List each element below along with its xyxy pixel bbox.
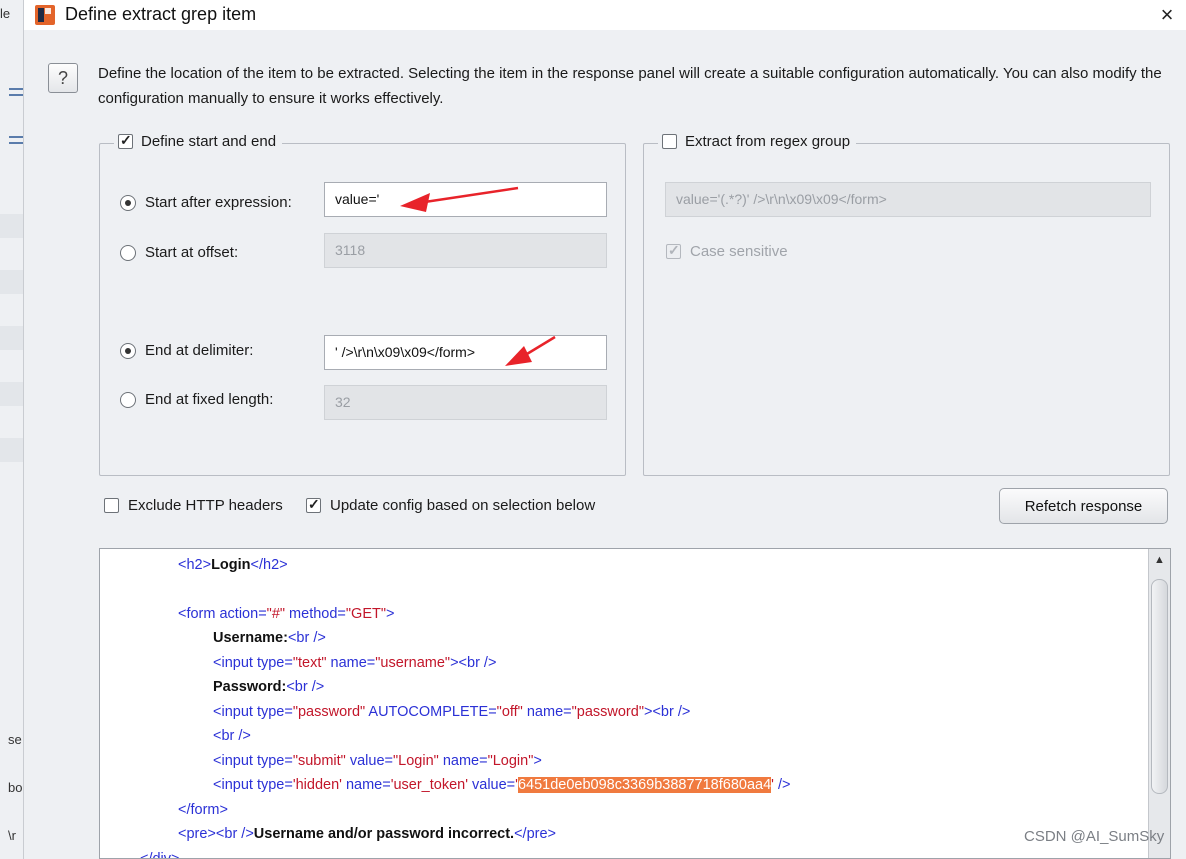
code-line: <pre><br />Username and/or password inco… (178, 826, 556, 842)
background-label: le (0, 6, 11, 21)
code-line: </div> (140, 851, 180, 859)
extract-regex-checkbox[interactable] (662, 134, 677, 149)
burp-app-icon (35, 5, 55, 25)
end-delimiter-radio[interactable] (120, 342, 136, 359)
code-line: </form> (178, 802, 228, 818)
background-mark (9, 142, 23, 144)
exclude-headers-checkbox[interactable] (104, 498, 119, 513)
background-row (0, 438, 23, 462)
extract-grep-dialog: Define extract grep item × ? Define the … (24, 0, 1186, 859)
end-delimiter-input[interactable]: ' />\r\n\x09\x09</form> (324, 335, 607, 370)
response-panel[interactable]: <h2>Login</h2> <form action="#" method="… (99, 548, 1171, 859)
start-offset-radio[interactable] (120, 244, 136, 261)
code-line: <input type="submit" value="Login" name=… (213, 753, 542, 769)
update-config-checkbox[interactable] (306, 496, 321, 513)
code-line: <form action="#" method="GET"> (178, 606, 395, 622)
case-sensitive-label: Case sensitive (690, 243, 788, 260)
end-fixed-label: End at fixed length: (145, 391, 274, 408)
scrollbar-thumb[interactable] (1151, 579, 1168, 794)
start-offset-option[interactable]: Start at offset: (120, 244, 238, 261)
end-fixed-radio[interactable] (120, 391, 136, 408)
define-start-end-label: Define start and end (141, 133, 277, 150)
help-icon[interactable]: ? (48, 63, 78, 93)
exclude-headers-option[interactable]: Exclude HTTP headers (104, 497, 283, 514)
start-after-option[interactable]: Start after expression: (120, 194, 292, 211)
define-start-end-checkbox[interactable] (118, 132, 133, 149)
dialog-description: Define the location of the item to be ex… (98, 65, 1162, 107)
start-end-group: Define start and end Start after express… (99, 132, 626, 476)
selected-token[interactable]: 6451de0eb098c3369b3887718f680aa4 (517, 777, 772, 793)
start-after-input[interactable]: value=' (324, 182, 607, 217)
background-row (0, 214, 23, 238)
response-scrollbar[interactable]: ▲ (1148, 549, 1170, 858)
regex-input[interactable]: value='(.*?)' />\r\n\x09\x09</form> (665, 182, 1151, 217)
code-line: <h2>Login</h2> (178, 557, 288, 573)
background-row (0, 326, 23, 350)
start-after-label: Start after expression: (145, 194, 292, 211)
end-fixed-input[interactable]: 32 (324, 385, 607, 420)
code-line: Password:<br /> (213, 679, 325, 695)
code-line: <input type="text" name="username"><br /… (213, 655, 497, 671)
background-mark (9, 88, 23, 90)
end-delimiter-label: End at delimiter: (145, 342, 254, 359)
refetch-response-button[interactable]: Refetch response (999, 488, 1168, 524)
exclude-headers-label: Exclude HTTP headers (128, 497, 283, 514)
watermark: CSDN @AI_SumSky (1024, 828, 1165, 845)
end-fixed-option[interactable]: End at fixed length: (120, 391, 273, 408)
case-sensitive-checkbox[interactable] (666, 242, 681, 259)
extract-regex-label: Extract from regex group (685, 133, 851, 150)
case-sensitive-option[interactable]: Case sensitive (666, 242, 788, 260)
background-row (0, 382, 23, 406)
end-delimiter-option[interactable]: End at delimiter: (120, 342, 253, 359)
dialog-title: Define extract grep item (65, 4, 257, 24)
background-row (0, 270, 23, 294)
title-bar: Define extract grep item × (24, 0, 1186, 30)
code-line: <input type="password" AUTOCOMPLETE="off… (213, 704, 691, 720)
background-mark (9, 94, 23, 96)
regex-group: Extract from regex group value='(.*?)' /… (643, 133, 1170, 476)
background-label: bo (8, 780, 23, 795)
start-after-radio[interactable] (120, 194, 136, 211)
close-button[interactable]: × (1154, 2, 1180, 28)
update-config-label: Update config based on selection below (330, 497, 596, 514)
start-offset-label: Start at offset: (145, 244, 239, 261)
scroll-up-arrow-icon[interactable]: ▲ (1149, 549, 1170, 571)
code-line: Username:<br /> (213, 630, 326, 646)
code-line: <br /> (213, 728, 251, 744)
background-window-strip: le se bo \r (0, 0, 24, 859)
code-line-token: <input type='hidden' name='user_token' v… (213, 777, 791, 793)
update-config-option[interactable]: Update config based on selection below (306, 496, 596, 514)
background-label: \r (8, 828, 16, 843)
background-mark (9, 136, 23, 138)
start-offset-input[interactable]: 3118 (324, 233, 607, 268)
background-label: se (8, 732, 22, 747)
